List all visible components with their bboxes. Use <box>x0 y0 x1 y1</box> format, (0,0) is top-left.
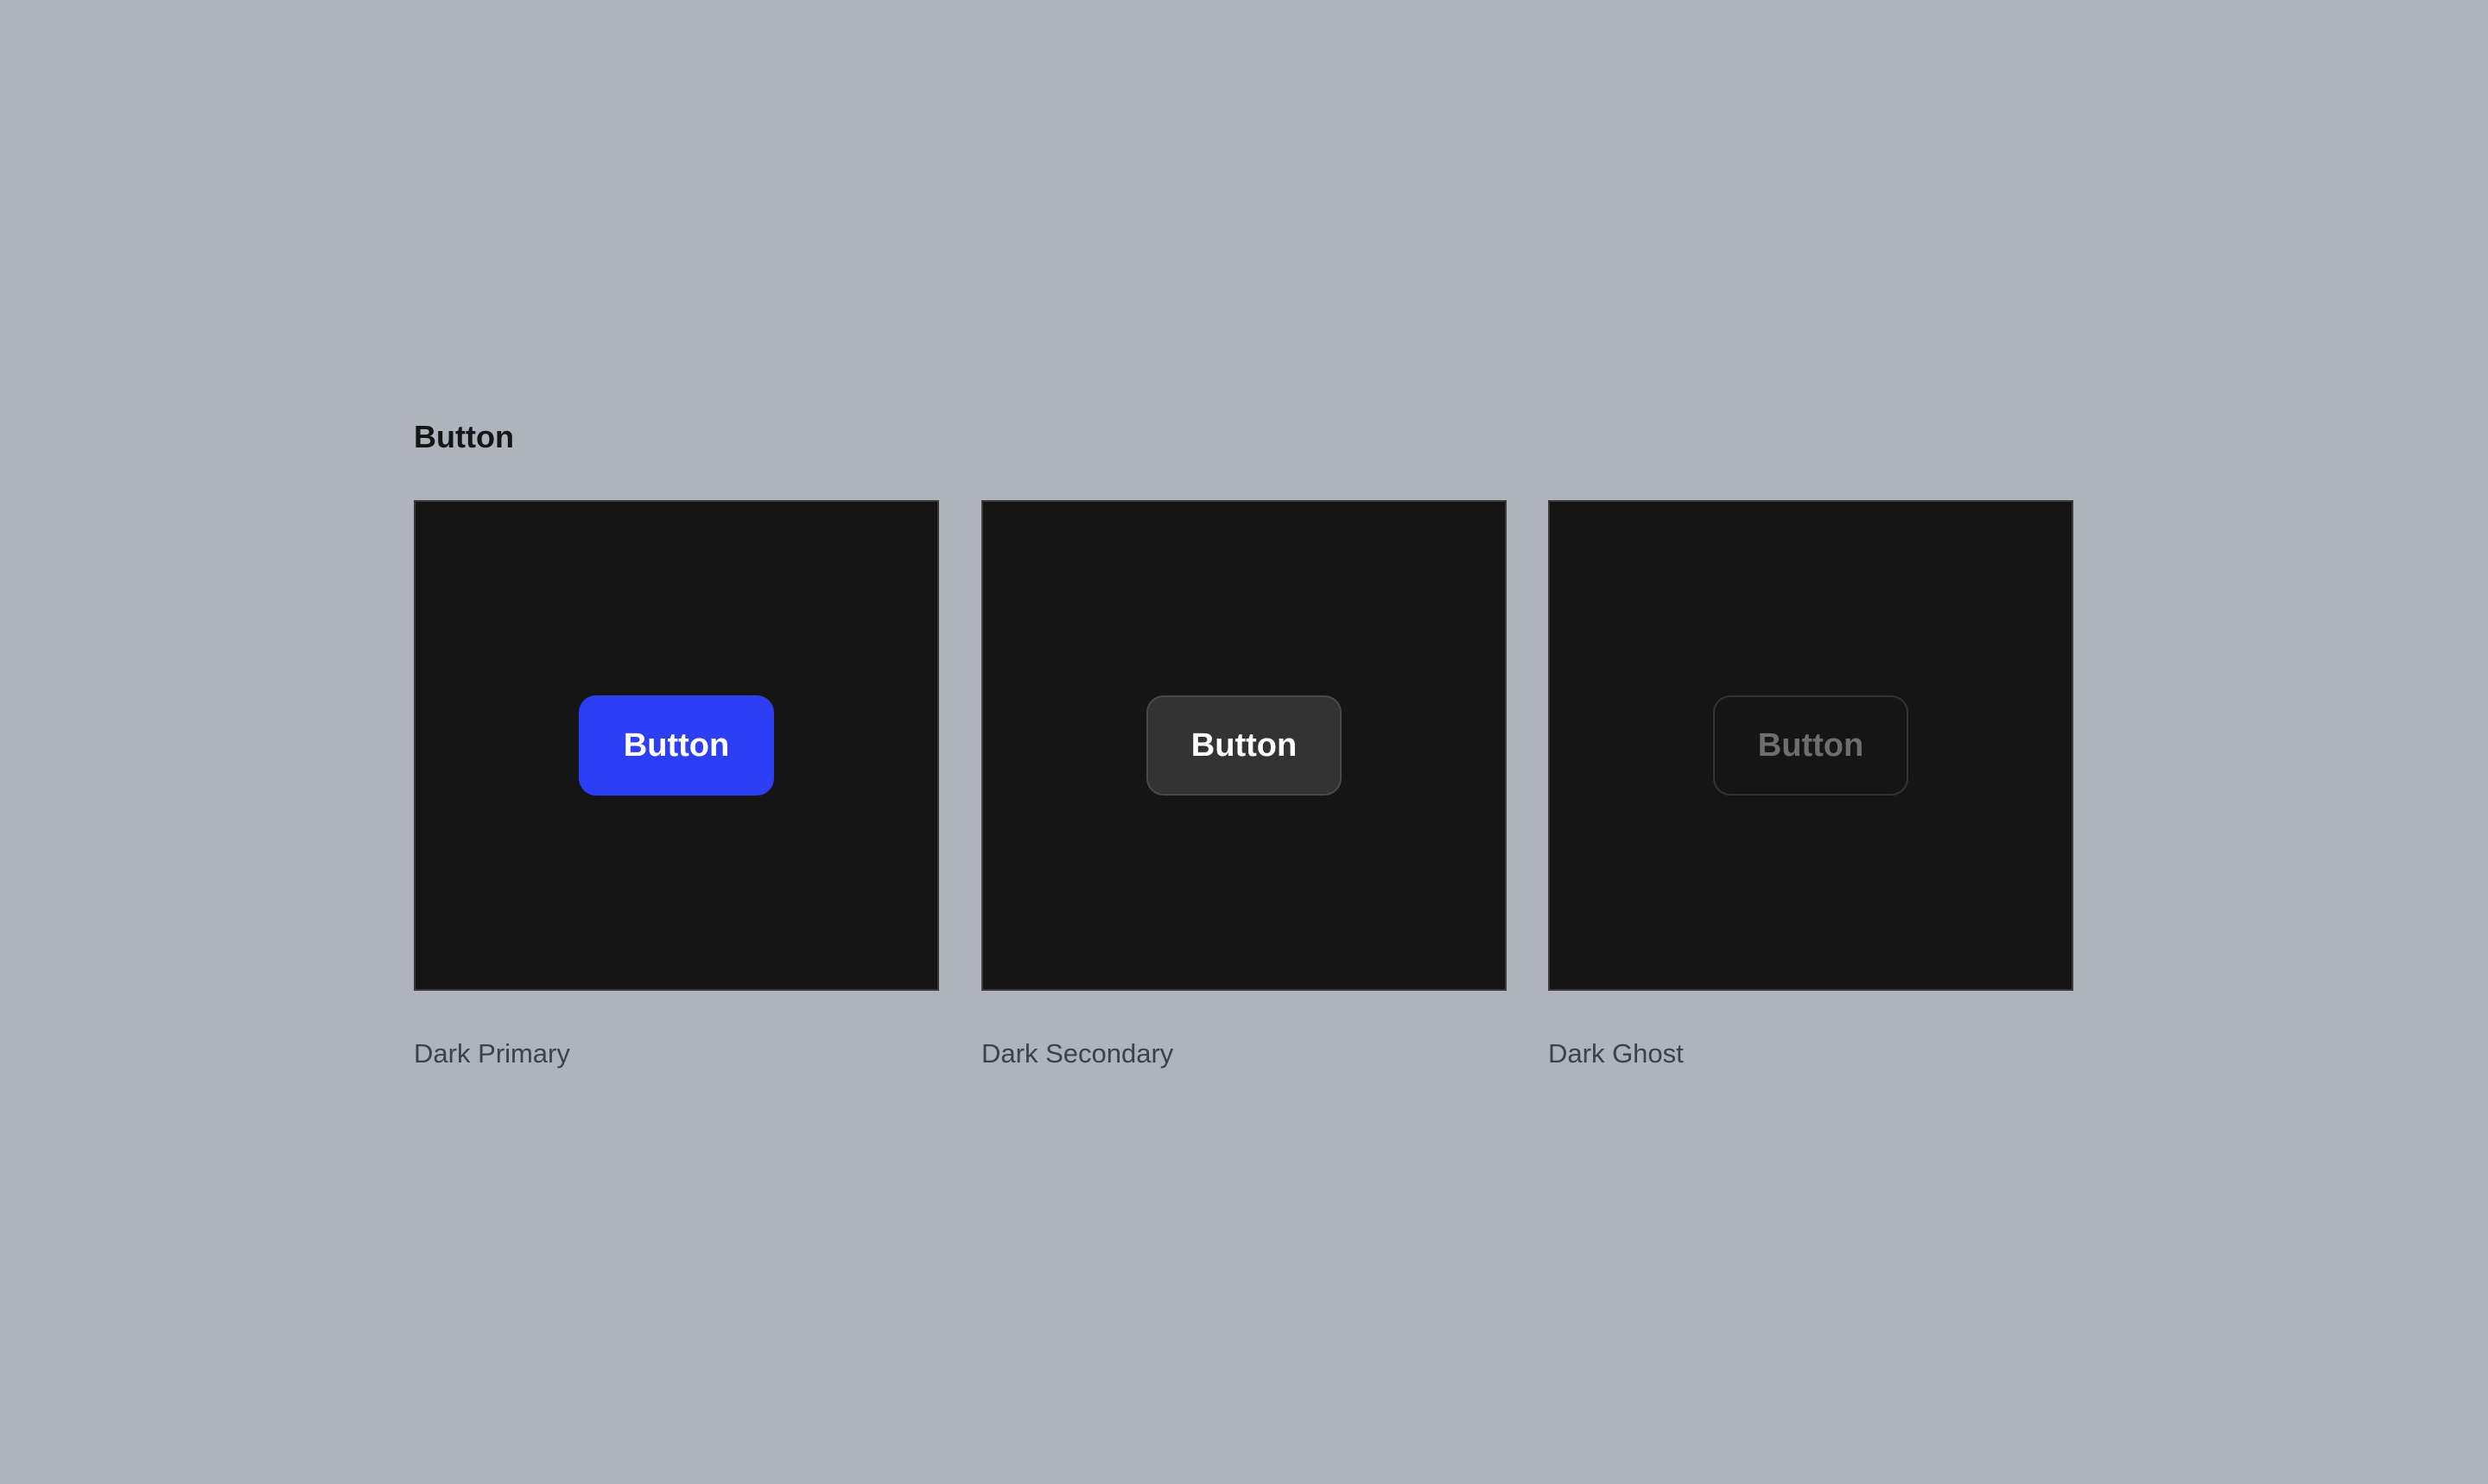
preview-card-dark-primary: Button <box>414 500 939 991</box>
variant-caption-dark-ghost: Dark Ghost <box>1548 1038 1684 1069</box>
preview-card-dark-ghost: Button <box>1548 500 2073 991</box>
preview-card-dark-secondary: Button <box>981 500 1507 991</box>
variant-caption-dark-primary: Dark Primary <box>414 1038 570 1069</box>
dark-primary-button[interactable]: Button <box>579 695 774 796</box>
section-title: Button <box>414 419 514 454</box>
dark-ghost-button[interactable]: Button <box>1713 695 1908 796</box>
dark-secondary-button[interactable]: Button <box>1146 695 1342 796</box>
variant-caption-dark-secondary: Dark Secondary <box>981 1038 1174 1069</box>
